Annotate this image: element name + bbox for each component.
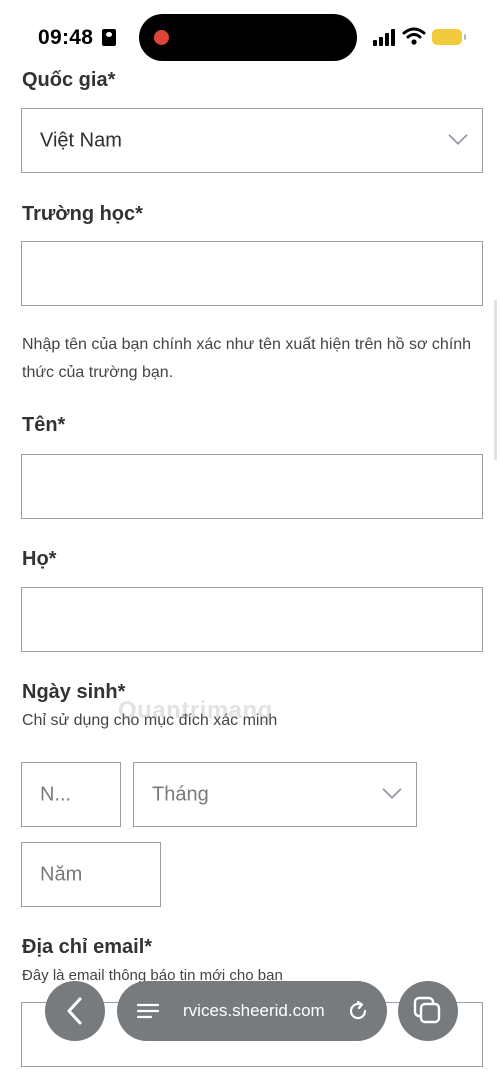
country-label: Quốc gia* xyxy=(22,69,116,91)
status-time: 09:48 xyxy=(38,26,94,49)
school-input[interactable] xyxy=(21,241,483,306)
chevron-left-icon xyxy=(67,997,82,1025)
back-button[interactable] xyxy=(45,981,105,1041)
birth-month-select[interactable]: Tháng xyxy=(133,762,417,827)
menu-icon[interactable] xyxy=(137,1002,159,1020)
chevron-down-icon xyxy=(382,787,402,799)
birth-day-placeholder: N... xyxy=(40,783,72,805)
reload-icon[interactable] xyxy=(347,1000,369,1022)
address-bar[interactable]: rvices.sheerid.com xyxy=(117,981,387,1041)
cellular-signal-icon xyxy=(373,29,397,46)
birth-year-input[interactable]: Năm xyxy=(21,842,161,907)
id-card-icon xyxy=(102,29,116,46)
recording-indicator-icon xyxy=(154,30,169,45)
school-label: Trường học* xyxy=(22,203,143,225)
birth-date-label: Ngày sinh* xyxy=(22,681,126,703)
email-label: Địa chỉ email* xyxy=(22,936,153,958)
last-name-label: Họ* xyxy=(22,548,57,570)
chevron-down-icon xyxy=(448,133,468,145)
birth-month-placeholder: Tháng xyxy=(152,783,209,805)
tabs-button[interactable] xyxy=(398,981,458,1041)
first-name-label: Tên* xyxy=(22,414,66,436)
last-name-input[interactable] xyxy=(21,587,483,652)
wifi-icon xyxy=(402,27,426,45)
tabs-icon xyxy=(413,996,441,1024)
birth-year-placeholder: Năm xyxy=(40,863,83,885)
battery-icon xyxy=(432,29,466,45)
dynamic-island xyxy=(139,14,357,61)
school-helper-text: Nhập tên của bạn chính xác như tên xuất … xyxy=(22,336,472,381)
country-select-value: Việt Nam xyxy=(40,129,122,151)
status-bar: 09:48 xyxy=(0,0,500,72)
page-scrollbar[interactable] xyxy=(494,300,497,460)
first-name-input[interactable] xyxy=(21,454,483,519)
address-bar-url: rvices.sheerid.com xyxy=(183,1001,325,1020)
watermark-logo: Quantrimang xyxy=(118,697,273,724)
birth-day-input[interactable]: N... xyxy=(21,762,121,827)
country-select[interactable]: Việt Nam xyxy=(21,108,483,173)
